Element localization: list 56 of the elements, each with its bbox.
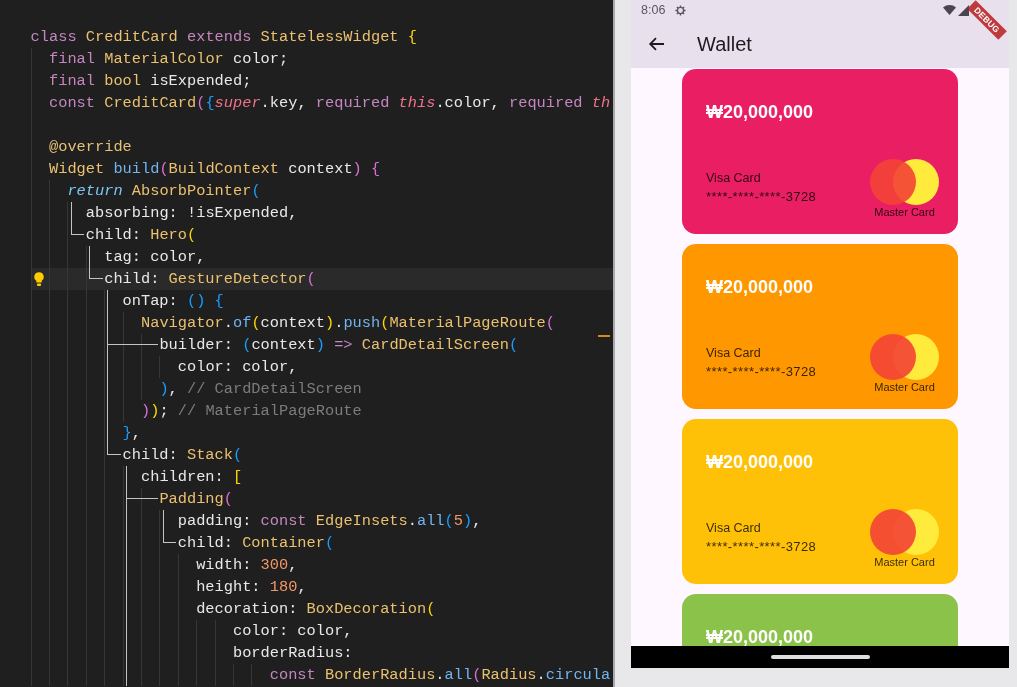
code-line: child: Hero( [85, 225, 197, 246]
code-line: @override [49, 137, 132, 158]
code-line: builder: (context) => CardDetailScreen( [159, 335, 519, 356]
gear-icon [675, 4, 687, 16]
circles-logo-icon [870, 509, 939, 555]
lightbulb-icon[interactable] [33, 272, 44, 286]
card-brand: Master Card [874, 555, 935, 569]
card-balance: ₩20,000,000 [706, 630, 814, 644]
back-arrow-icon [648, 37, 664, 51]
code-line: }, [122, 423, 141, 444]
card-balance: ₩20,000,000 [706, 455, 814, 469]
wifi-icon [943, 5, 956, 15]
code-line: class CreditCard extends StatelessWidget { [30, 27, 417, 48]
code-line: color: color, [177, 357, 298, 378]
code-line: const BorderRadius.all(Radius.circula [269, 665, 611, 686]
marker-icon [598, 335, 610, 337]
credit-card[interactable]: ₩20,000,000 Visa Card ****-****-****-3728 Master Card [682, 419, 958, 584]
code-line: const CreditCard({super.key, required this.color, required th [49, 93, 611, 114]
status-time: 8:06 [641, 3, 666, 17]
credit-card[interactable]: ₩20,000,000 Visa Card ****-****-****-3728 Master Card [682, 244, 958, 409]
code-line: final bool isExpended; [49, 71, 252, 92]
code-line: child: GestureDetector( [104, 269, 316, 290]
card-balance: ₩20,000,000 [706, 280, 814, 294]
credit-card[interactable]: ₩20,000,000 Visa Card ****-****-****-3728 Master Card [682, 69, 958, 234]
card-type: Visa Card [706, 170, 761, 186]
card-type: Visa Card [706, 345, 761, 361]
signal-icon [958, 4, 969, 16]
code-line: final MaterialColor color; [49, 49, 289, 70]
code-line: Widget build(BuildContext context) { [49, 159, 381, 180]
code-line: height: 180, [196, 577, 307, 598]
card-number: ****-****-****-3728 [706, 189, 817, 205]
app-bar-title: Wallet [697, 32, 752, 56]
code-line: Navigator.of(context).push(MaterialPageRoute( [141, 313, 555, 334]
code-line: padding: const EdgeInsets.all(5), [177, 511, 482, 532]
circles-logo-icon [870, 159, 939, 205]
card-type: Visa Card [706, 520, 761, 536]
card-balance: ₩20,000,000 [706, 105, 814, 119]
code-line: Padding( [159, 489, 233, 510]
code-line: children: [ [141, 467, 243, 488]
code-line: absorbing: !isExpended, [85, 203, 298, 224]
code-line: onTap: () { [122, 291, 224, 312]
code-line: tag: color, [104, 247, 206, 268]
card-number: ****-****-****-3728 [706, 539, 817, 555]
code-line: child: Stack( [122, 445, 243, 466]
code-line: return AbsorbPointer( [67, 181, 261, 202]
code-line: )); // MaterialPageRoute [141, 401, 362, 422]
card-number: ****-****-****-3728 [706, 364, 817, 380]
circles-logo-icon [870, 334, 939, 380]
code-line: width: 300, [196, 555, 298, 576]
card-brand: Master Card [874, 380, 935, 394]
code-line: decoration: BoxDecoration( [196, 599, 436, 620]
code-line: color: color, [232, 621, 353, 642]
code-line: child: Container( [177, 533, 335, 554]
code-line: borderRadius: [232, 643, 353, 664]
code-line: ), // CardDetailScreen [159, 379, 362, 400]
card-brand: Master Card [874, 205, 935, 219]
